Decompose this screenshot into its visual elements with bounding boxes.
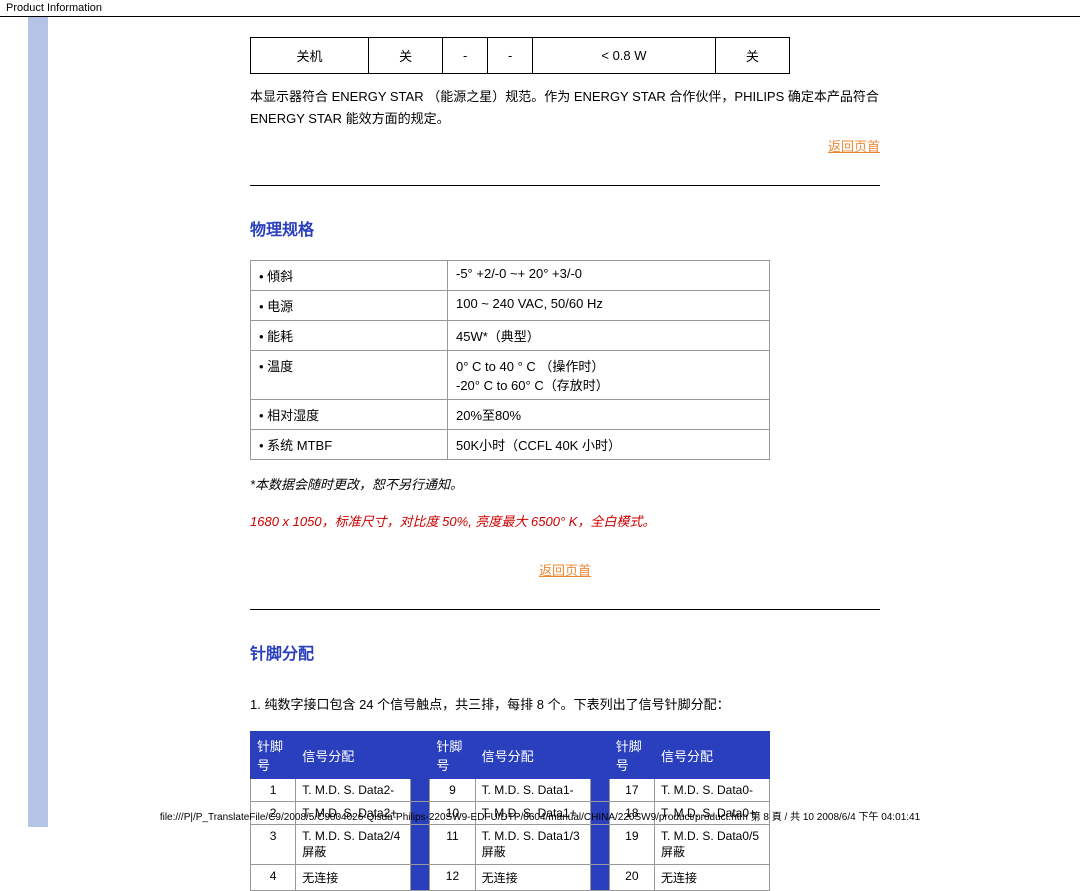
back-to-top-link[interactable]: 返回页首 (539, 563, 591, 578)
spec-val: 20%至80% (448, 400, 770, 430)
pins-gap (411, 732, 430, 779)
spec-key: • 温度 (251, 351, 448, 400)
pin-sig: 无连接 (296, 865, 411, 891)
pins-gap (590, 779, 609, 802)
section-divider (250, 609, 880, 610)
pin-num: 12 (430, 865, 475, 891)
pins-th: 针脚号 (609, 732, 654, 779)
spec-val: 45W*（典型） (448, 321, 770, 351)
pin-sig: T. M.D. S. Data1- (475, 779, 590, 802)
pins-gap (590, 825, 609, 865)
power-cell: - (443, 38, 488, 74)
spec-note-red: 1680 x 1050，标准尺寸，对比度 50%, 亮度最大 6500° K，全… (250, 511, 880, 530)
pins-paragraph: 1. 纯数字接口包含 24 个信号触点，共三排，每排 8 个。下表列出了信号针脚… (250, 694, 880, 713)
spec-table: • 傾斜-5° +2/-0 ~+ 20° +3/-0 • 电源100 ~ 240… (250, 260, 770, 460)
pin-num: 4 (251, 865, 296, 891)
power-cell: 关 (715, 38, 789, 74)
pin-assignment-heading: 针脚分配 (250, 640, 880, 664)
section-divider (250, 185, 880, 186)
spec-key: • 能耗 (251, 321, 448, 351)
pin-sig: 无连接 (655, 865, 770, 891)
pins-gap (411, 825, 430, 865)
spec-key: • 电源 (251, 291, 448, 321)
pins-gap (411, 779, 430, 802)
spec-val: 0° C to 40 ° C （操作时） -20° C to 60° C（存放时… (448, 351, 770, 400)
pin-num: 9 (430, 779, 475, 802)
physical-spec-heading: 物理规格 (250, 216, 880, 240)
power-cell: 关机 (251, 38, 369, 74)
pin-sig: 无连接 (475, 865, 590, 891)
pin-sig: T. M.D. S. Data2- (296, 779, 411, 802)
pin-sig: T. M.D. S. Data0- (655, 779, 770, 802)
spec-val: -5° +2/-0 ~+ 20° +3/-0 (448, 261, 770, 291)
spec-key: • 傾斜 (251, 261, 448, 291)
pin-sig: T. M.D. S. Data2/4 屏蔽 (296, 825, 411, 865)
pins-th: 信号分配 (475, 732, 590, 779)
pins-gap (590, 732, 609, 779)
pins-th: 针脚号 (251, 732, 296, 779)
pin-num: 20 (609, 865, 654, 891)
pin-sig: T. M.D. S. Data0/5 屏蔽 (655, 825, 770, 865)
pin-num: 3 (251, 825, 296, 865)
page-header: Product Information (0, 0, 1080, 17)
power-cell: 关 (369, 38, 443, 74)
energy-star-paragraph: 本显示器符合 ENERGY STAR （能源之星）规范。作为 ENERGY ST… (250, 86, 880, 130)
pins-th: 信号分配 (655, 732, 770, 779)
main-content: 关机 关 - - < 0.8 W 关 本显示器符合 ENERGY STAR （能… (250, 17, 880, 891)
pin-num: 17 (609, 779, 654, 802)
pins-th: 针脚号 (430, 732, 475, 779)
spec-val: 100 ~ 240 VAC, 50/60 Hz (448, 291, 770, 321)
back-to-top-link[interactable]: 返回页首 (828, 139, 880, 154)
pins-th: 信号分配 (296, 732, 411, 779)
power-cell: - (488, 38, 533, 74)
pin-num: 1 (251, 779, 296, 802)
spec-key: • 相对湿度 (251, 400, 448, 430)
page-footer: file:///P|/P_TranslateFile/C9/2008/5/C90… (0, 808, 1080, 823)
left-sidebar (28, 17, 48, 827)
pin-sig: T. M.D. S. Data1/3 屏蔽 (475, 825, 590, 865)
spec-key: • 系统 MTBF (251, 430, 448, 460)
pin-num: 11 (430, 825, 475, 865)
pins-gap (411, 865, 430, 891)
pin-num: 19 (609, 825, 654, 865)
pins-gap (590, 865, 609, 891)
spec-val: 50K小时（CCFL 40K 小时） (448, 430, 770, 460)
power-cell: < 0.8 W (533, 38, 716, 74)
spec-note: *本数据会随时更改，恕不另行通知。 (250, 474, 880, 493)
power-table: 关机 关 - - < 0.8 W 关 (250, 37, 790, 74)
